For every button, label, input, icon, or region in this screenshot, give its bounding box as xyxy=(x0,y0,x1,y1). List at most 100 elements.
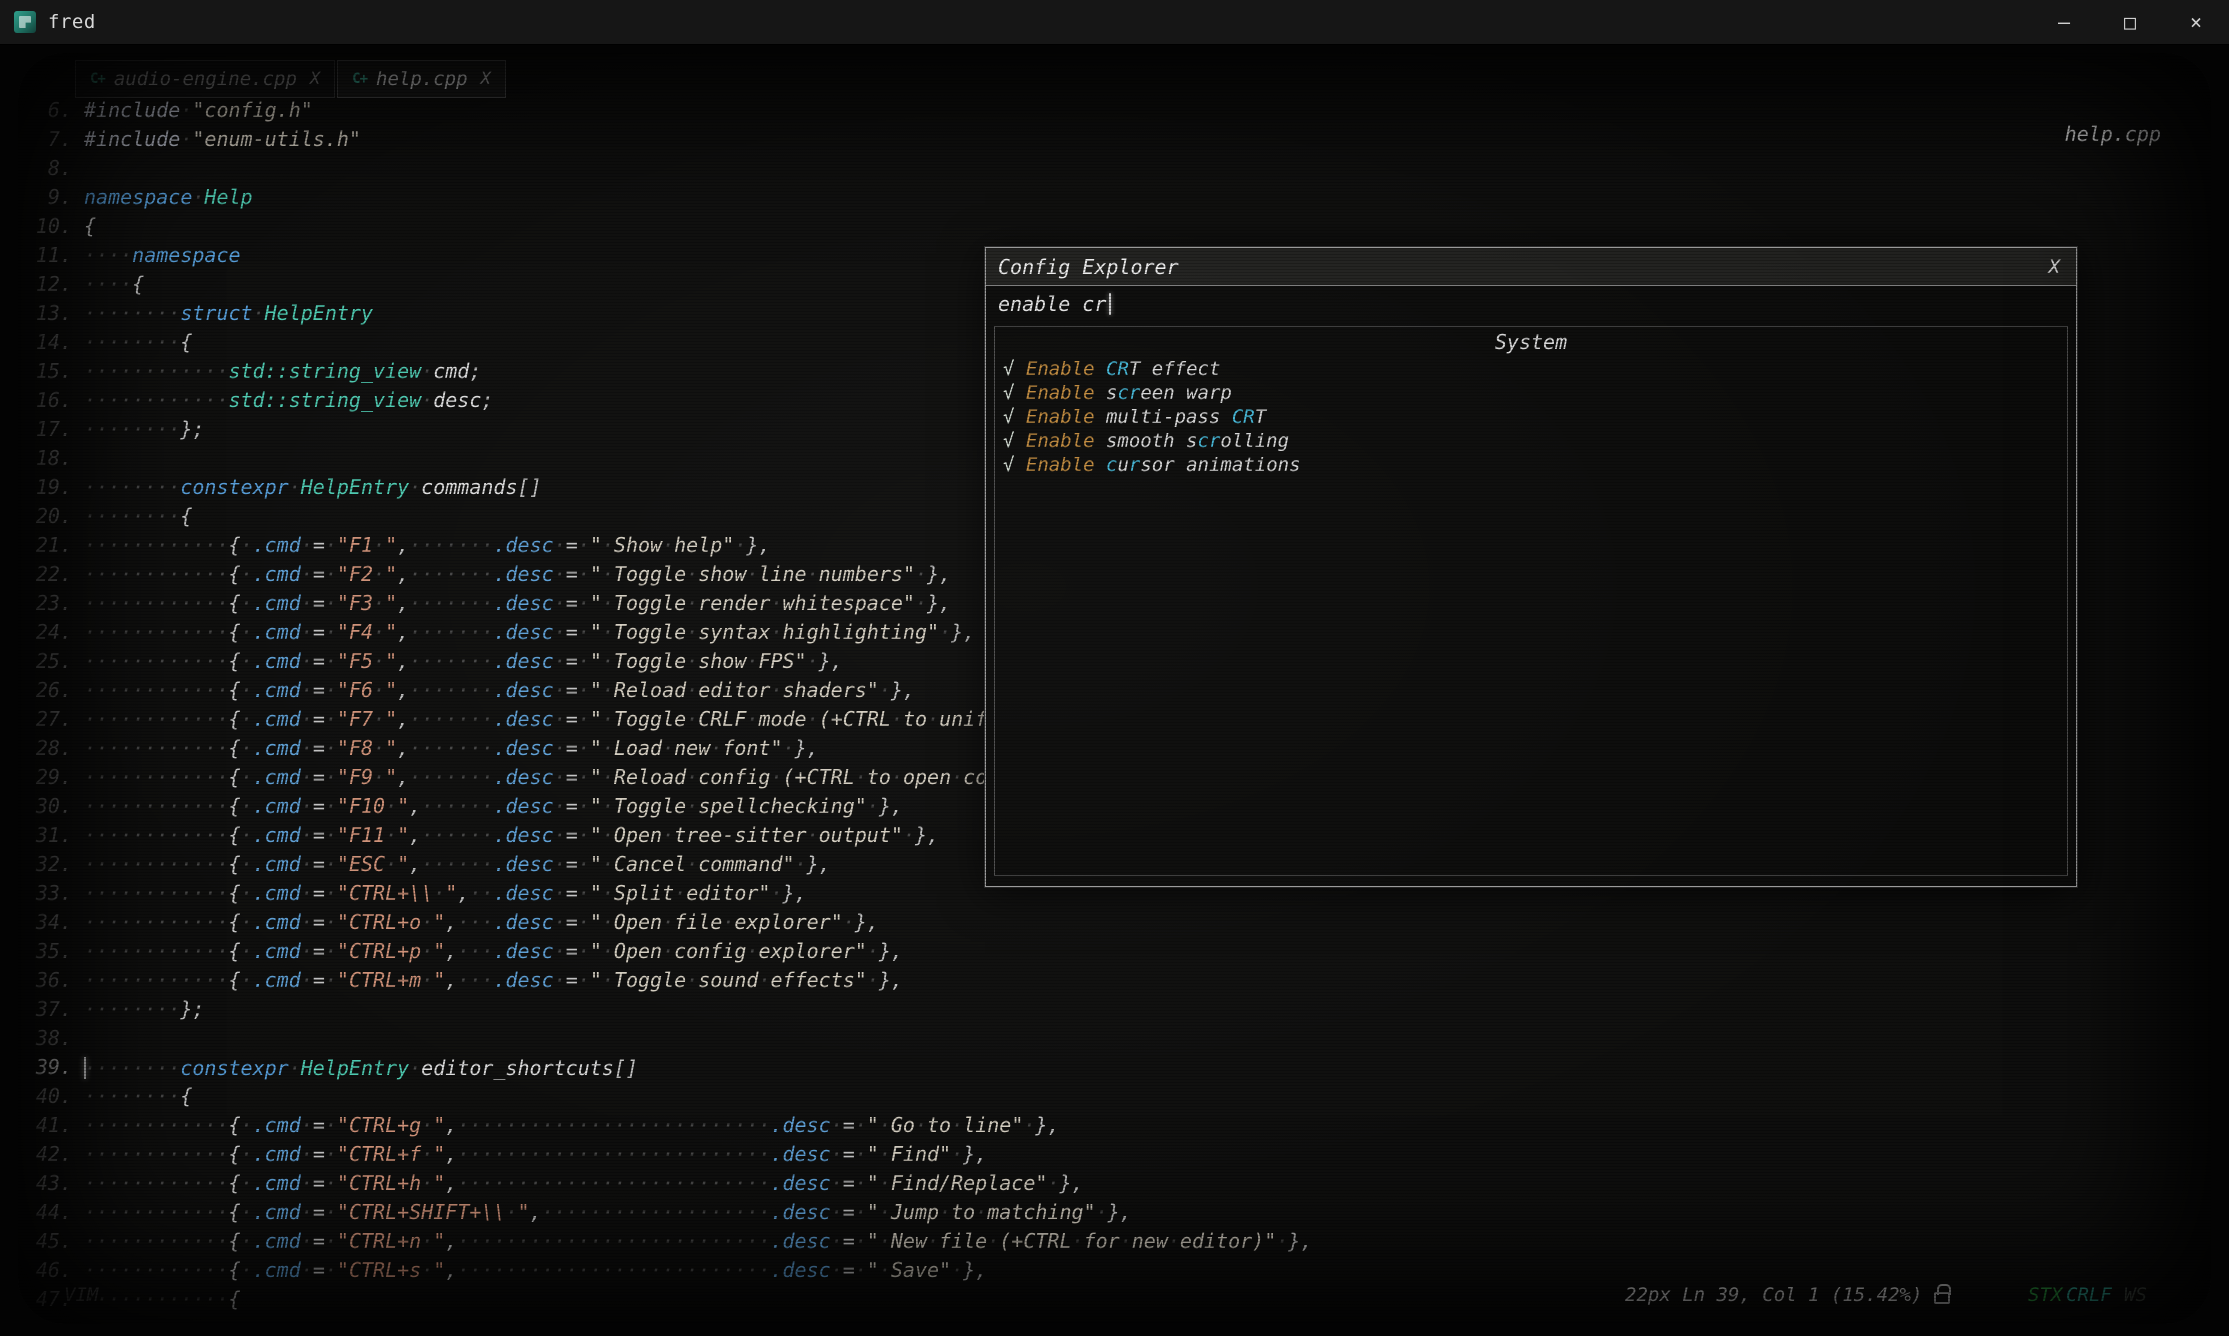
close-button[interactable]: × xyxy=(2163,0,2229,44)
config-option[interactable]: √ Enable smooth scrolling xyxy=(1003,429,2067,453)
code-token: Show xyxy=(614,533,662,557)
whitespace-dots: · xyxy=(373,591,385,615)
whitespace-dots: · xyxy=(373,649,385,673)
code-line[interactable]: 46.············{·.cmd·=·"CTRL+s·",······… xyxy=(28,1256,1312,1285)
line-number: 27. xyxy=(28,705,72,734)
tab-help-cpp[interactable]: C+ help.cpp X xyxy=(337,60,506,98)
code-token: .cmd xyxy=(253,620,301,644)
option-text: multi-pass xyxy=(1095,406,1232,428)
code-text: ············{·.cmd·=·"F2·",·······.desc·… xyxy=(84,560,951,589)
whitespace-dots: · xyxy=(578,649,590,673)
code-token: = xyxy=(313,968,325,992)
whitespace-dots: ·························· xyxy=(457,1113,770,1137)
code-line[interactable]: 41.············{·.cmd·=·"CTRL+g·",······… xyxy=(28,1111,1312,1140)
option-text: CR xyxy=(1106,358,1129,380)
code-token: " xyxy=(590,736,602,760)
whitespace-dots: · xyxy=(421,968,433,992)
whitespace-dots: · xyxy=(746,707,758,731)
whitespace-dots: · xyxy=(578,939,590,963)
code-token: , xyxy=(445,1258,457,1282)
code-token: { xyxy=(229,591,241,615)
code-token: }, xyxy=(1059,1171,1083,1195)
code-token: .desc xyxy=(770,1229,830,1253)
whitespace-dots: · xyxy=(325,562,337,586)
code-line[interactable]: 9.namespace·Help xyxy=(28,183,1312,212)
code-token: HelpEntry xyxy=(301,1056,409,1080)
whitespace-dots: · xyxy=(325,939,337,963)
whitespace-dots: · xyxy=(325,1258,337,1282)
code-line[interactable]: 43.············{·.cmd·=·"CTRL+h·",······… xyxy=(28,1169,1312,1198)
whitespace-dots: ············ xyxy=(84,649,229,673)
code-token: " xyxy=(590,562,602,586)
code-token: .desc xyxy=(493,968,553,992)
whitespace-dots: · xyxy=(554,649,566,673)
code-line[interactable]: 6.#include·"config.h" xyxy=(28,96,1312,125)
code-line[interactable]: 37.········}; xyxy=(28,995,1312,1024)
config-option[interactable]: √ Enable cursor animations xyxy=(1003,453,2067,477)
whitespace-dots: · xyxy=(602,707,614,731)
status-flag-crlf[interactable]: CRLF xyxy=(2066,1284,2112,1306)
code-token: "CTRL+s xyxy=(337,1258,421,1282)
code-text: ············{·.cmd·=·"CTRL+n·",·········… xyxy=(84,1227,1312,1256)
code-line[interactable]: 44.············{·.cmd·=·"CTRL+SHIFT+\\·"… xyxy=(28,1198,1312,1227)
whitespace-dots: · xyxy=(301,823,313,847)
code-token: = xyxy=(843,1113,855,1137)
code-token: .cmd xyxy=(253,1142,301,1166)
code-token: " xyxy=(385,562,397,586)
whitespace-dots: · xyxy=(602,678,614,702)
code-token: }, xyxy=(783,881,807,905)
code-line[interactable]: 36.············{·.cmd·=·"CTRL+m·",···.de… xyxy=(28,966,1312,995)
code-token: Find/Replace" xyxy=(891,1171,1048,1195)
code-token: "F4 xyxy=(337,620,373,644)
code-line[interactable]: 40.········{ xyxy=(28,1082,1312,1111)
tab-close-icon[interactable]: X xyxy=(481,69,491,89)
tab-audio-engine-cpp[interactable]: C+ audio-engine.cpp X xyxy=(75,60,335,98)
whitespace-dots: · xyxy=(505,1200,517,1224)
config-option[interactable]: √ Enable multi-pass CRT xyxy=(1003,405,2067,429)
line-number: 6. xyxy=(28,96,72,125)
whitespace-dots: · xyxy=(421,939,433,963)
config-option[interactable]: √ Enable screen warp xyxy=(1003,381,2067,405)
config-search-input[interactable]: enable cr xyxy=(986,286,2076,322)
status-flag-ws[interactable]: WS xyxy=(2124,1284,2147,1306)
code-token: = xyxy=(566,881,578,905)
whitespace-dots: · xyxy=(241,620,253,644)
code-line[interactable]: 34.············{·.cmd·=·"CTRL+o·",···.de… xyxy=(28,908,1312,937)
code-token: " xyxy=(867,1142,879,1166)
whitespace-dots: · xyxy=(662,910,674,934)
code-line[interactable]: 10.{ xyxy=(28,212,1312,241)
tab-close-icon[interactable]: X xyxy=(310,69,320,89)
code-token: Cancel xyxy=(614,852,686,876)
code-token: output" xyxy=(819,823,903,847)
maximize-button[interactable]: □ xyxy=(2097,0,2163,44)
option-text: Enable xyxy=(1026,358,1095,380)
line-number: 15. xyxy=(28,357,72,386)
code-token: " xyxy=(433,910,445,934)
code-line[interactable]: 35.············{·.cmd·=·"CTRL+p·",···.de… xyxy=(28,937,1312,966)
code-token: = xyxy=(313,736,325,760)
code-token: namespace xyxy=(84,185,192,209)
option-text: olling xyxy=(1220,430,1289,452)
code-token: (+CTRL xyxy=(819,707,891,731)
minimize-button[interactable]: – xyxy=(2031,0,2097,44)
whitespace-dots: · xyxy=(325,591,337,615)
config-option[interactable]: √ Enable CRT effect xyxy=(1003,357,2067,381)
code-line[interactable]: 39.········constexpr·HelpEntry·editor_sh… xyxy=(28,1053,1312,1082)
code-token: " xyxy=(590,765,602,789)
status-flag-stx[interactable]: STX xyxy=(2028,1284,2062,1306)
popup-close-icon[interactable]: X xyxy=(2045,256,2064,278)
code-line[interactable]: 45.············{·.cmd·=·"CTRL+n·",······… xyxy=(28,1227,1312,1256)
whitespace-dots: ············ xyxy=(84,794,229,818)
code-text: ············{·.cmd·=·"CTRL+\\·",··.desc·… xyxy=(84,879,807,908)
code-token: = xyxy=(843,1142,855,1166)
code-line[interactable]: 7.#include·"enum-utils.h" xyxy=(28,125,1312,154)
whitespace-dots: · xyxy=(241,1142,253,1166)
code-token: file xyxy=(674,910,722,934)
code-line[interactable]: 42.············{·.cmd·=·"CTRL+f·",······… xyxy=(28,1140,1312,1169)
code-token: " xyxy=(867,1113,879,1137)
code-line[interactable]: 8. xyxy=(28,154,1312,183)
code-line[interactable]: 38. xyxy=(28,1024,1312,1053)
code-text: ········constexpr·HelpEntry·commands[] xyxy=(84,473,542,502)
whitespace-dots: · xyxy=(421,1171,433,1195)
whitespace-dots: · xyxy=(951,1113,963,1137)
